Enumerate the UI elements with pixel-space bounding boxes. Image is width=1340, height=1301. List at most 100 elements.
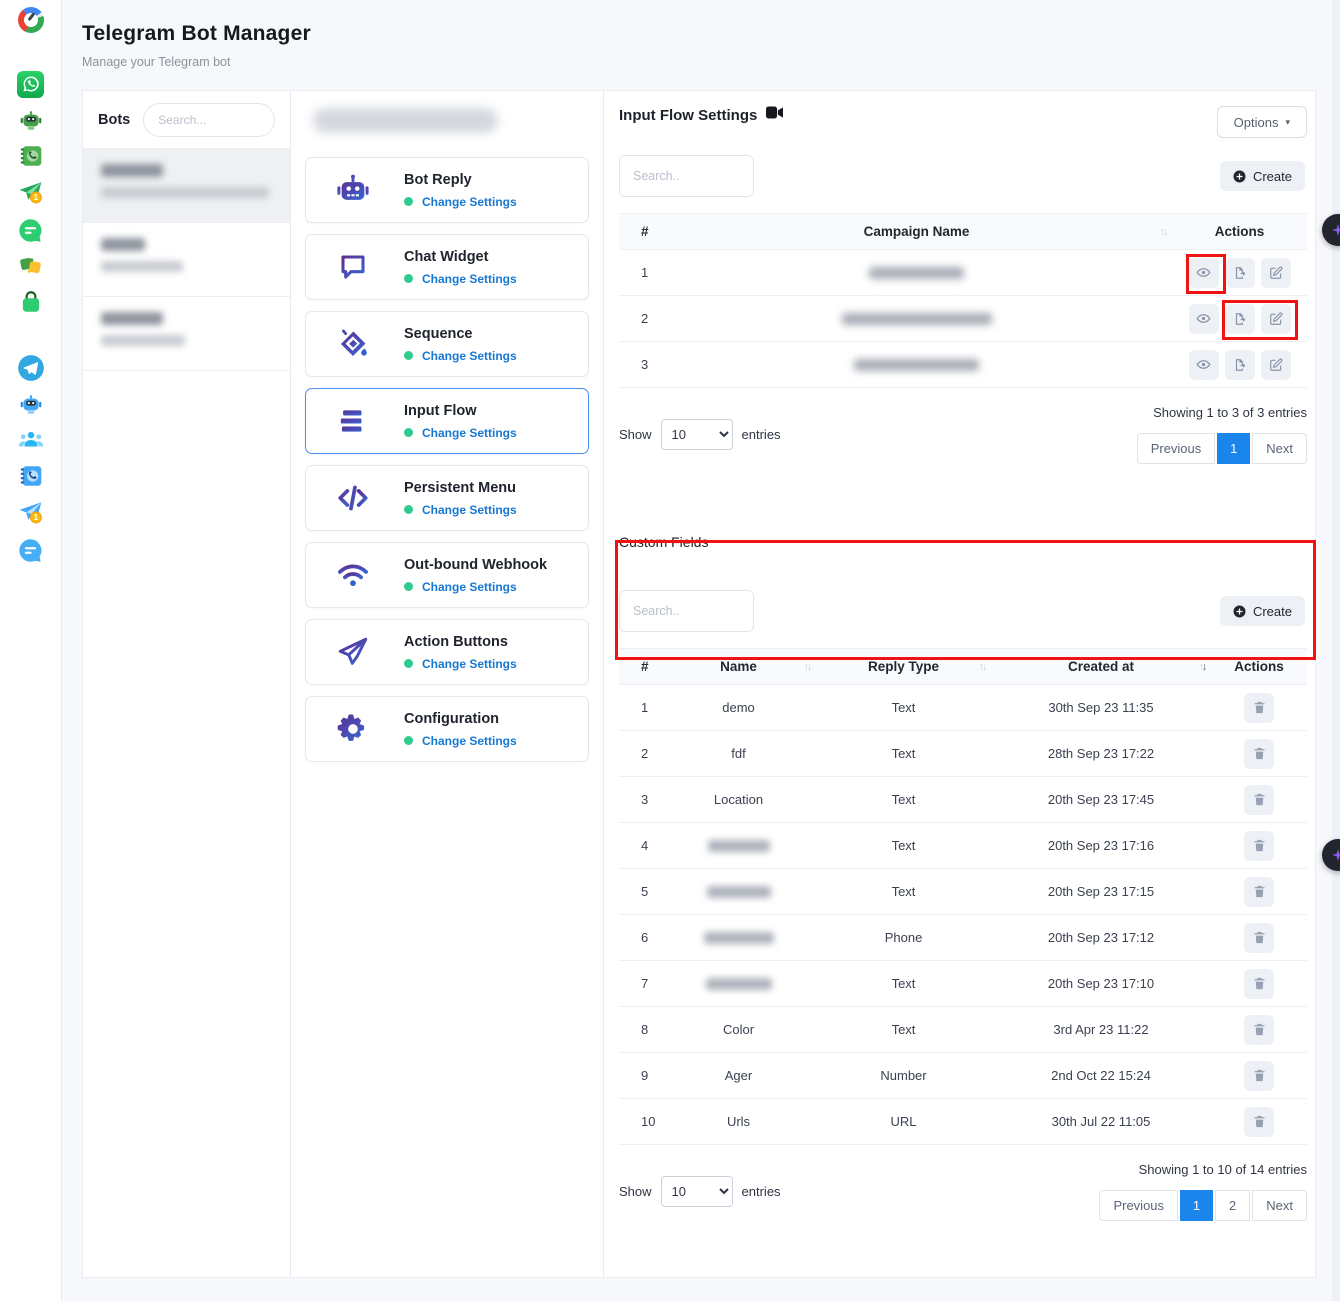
field-name: Color — [661, 1022, 816, 1037]
column-header-name[interactable]: Name ↑↓ — [661, 659, 816, 674]
column-header-created-at[interactable]: Created at ↑↓ — [991, 659, 1211, 674]
column-header-num[interactable]: # — [619, 659, 661, 674]
edit-button[interactable] — [1261, 304, 1291, 334]
change-settings-link[interactable]: Change Settings — [422, 657, 517, 671]
status-dot — [404, 659, 413, 668]
whatsapp-icon[interactable] — [17, 70, 45, 98]
export-button[interactable] — [1225, 350, 1255, 380]
telegram-groups-icon[interactable] — [17, 426, 45, 454]
reply-type: Text — [816, 700, 991, 715]
page-size-select[interactable]: 10 — [661, 419, 733, 450]
view-button[interactable] — [1189, 350, 1219, 380]
telegram-broadcast-icon[interactable]: 1 — [17, 498, 45, 526]
input-flow-search-input[interactable] — [619, 155, 754, 197]
delete-button[interactable] — [1244, 1107, 1274, 1137]
page-2-button[interactable]: 2 — [1215, 1190, 1250, 1221]
custom-fields-search-input[interactable] — [619, 590, 754, 632]
change-settings-link[interactable]: Change Settings — [422, 503, 517, 517]
settings-card-bot-reply[interactable]: Bot Reply Change Settings — [305, 157, 589, 223]
edit-button[interactable] — [1261, 258, 1291, 288]
bot-list-item[interactable] — [83, 149, 290, 223]
change-settings-link[interactable]: Change Settings — [422, 734, 517, 748]
integrations-icon[interactable] — [17, 251, 45, 279]
change-settings-link[interactable]: Change Settings — [422, 580, 517, 594]
input-flow-create-button[interactable]: Create — [1220, 161, 1305, 191]
status-dot — [404, 428, 413, 437]
plus-circle-icon — [1233, 170, 1246, 183]
delete-button[interactable] — [1244, 877, 1274, 907]
delete-button[interactable] — [1244, 1061, 1274, 1091]
sort-icon-descending[interactable]: ↑↓ — [1199, 661, 1206, 673]
delete-button[interactable] — [1244, 739, 1274, 769]
settings-card-chat-widget[interactable]: Chat Widget Change Settings — [305, 234, 589, 300]
scrollbar-track[interactable] — [1332, 0, 1340, 1301]
previous-page-button[interactable]: Previous — [1099, 1190, 1178, 1221]
bot-list-item[interactable] — [83, 223, 290, 297]
sort-icon[interactable]: ↑↓ — [979, 661, 986, 673]
delete-button[interactable] — [1244, 785, 1274, 815]
change-settings-link[interactable]: Change Settings — [422, 195, 517, 209]
store-icon[interactable] — [17, 288, 45, 316]
settings-card-sequence[interactable]: Sequence Change Settings — [305, 311, 589, 377]
page-size-select[interactable]: 10 — [661, 1176, 733, 1207]
row-number: 5 — [619, 884, 661, 899]
bot-name-redacted — [101, 164, 163, 177]
telegram-chat-icon[interactable] — [17, 536, 45, 564]
delete-button[interactable] — [1244, 1015, 1274, 1045]
field-name: Ager — [661, 1068, 816, 1083]
bot-list-item[interactable] — [83, 297, 290, 371]
created-at: 3rd Apr 23 11:22 — [991, 1022, 1211, 1037]
table-row: 1 — [619, 250, 1307, 296]
previous-page-button[interactable]: Previous — [1137, 433, 1216, 464]
delete-button[interactable] — [1244, 693, 1274, 723]
bots-search-input[interactable] — [143, 103, 275, 137]
dashboard-icon[interactable] — [17, 6, 45, 34]
status-dot — [404, 736, 413, 745]
delete-button[interactable] — [1244, 923, 1274, 953]
settings-card-action-buttons[interactable]: Action Buttons Change Settings — [305, 619, 589, 685]
change-settings-link[interactable]: Change Settings — [422, 272, 517, 286]
input-flow-icon — [332, 400, 374, 442]
edit-button[interactable] — [1261, 350, 1291, 380]
export-button[interactable] — [1225, 304, 1255, 334]
sort-icon[interactable]: ↑↓ — [804, 661, 811, 673]
delete-button[interactable] — [1244, 831, 1274, 861]
telegram-contacts-icon[interactable] — [17, 462, 45, 490]
settings-card-configuration[interactable]: Configuration Change Settings — [305, 696, 589, 762]
telegram-bot-icon[interactable] — [17, 390, 45, 418]
change-settings-link[interactable]: Change Settings — [422, 426, 517, 440]
whatsapp-contacts-icon[interactable] — [17, 142, 45, 170]
caret-down-icon: ▾ — [1285, 117, 1290, 128]
card-title: Bot Reply — [404, 172, 517, 188]
video-camera-icon[interactable] — [766, 106, 783, 124]
page-1-button[interactable]: 1 — [1217, 433, 1250, 464]
field-name-redacted — [706, 978, 772, 990]
whatsapp-chat-icon[interactable] — [17, 216, 45, 244]
custom-fields-create-button[interactable]: Create — [1220, 596, 1305, 626]
table-row: 5 Text 20th Sep 23 17:15 — [619, 869, 1307, 915]
campaign-name-redacted — [869, 267, 964, 279]
reply-type: Text — [816, 838, 991, 853]
sort-icon[interactable]: ↑↓ — [1160, 226, 1167, 238]
settings-card-input-flow[interactable]: Input Flow Change Settings — [305, 388, 589, 454]
created-at: 30th Sep 23 11:35 — [991, 700, 1211, 715]
delete-button[interactable] — [1244, 969, 1274, 999]
page-1-button[interactable]: 1 — [1180, 1190, 1213, 1221]
export-button[interactable] — [1225, 258, 1255, 288]
settings-card-outbound-webhook[interactable]: Out-bound Webhook Change Settings — [305, 542, 589, 608]
next-page-button[interactable]: Next — [1252, 1190, 1307, 1221]
options-button[interactable]: Options▾ — [1217, 106, 1307, 138]
telegram-icon[interactable] — [17, 354, 45, 382]
whatsapp-bot-icon[interactable] — [17, 106, 45, 134]
status-dot — [404, 582, 413, 591]
whatsapp-broadcast-icon[interactable]: 1 — [17, 178, 45, 206]
next-page-button[interactable]: Next — [1252, 433, 1307, 464]
view-button[interactable] — [1189, 258, 1219, 288]
column-header-campaign-name[interactable]: Campaign Name ↑↓ — [661, 224, 1172, 239]
change-settings-link[interactable]: Change Settings — [422, 349, 517, 363]
column-header-reply-type[interactable]: Reply Type ↑↓ — [816, 659, 991, 674]
created-at: 30th Jul 22 11:05 — [991, 1114, 1211, 1129]
settings-card-persistent-menu[interactable]: Persistent Menu Change Settings — [305, 465, 589, 531]
column-header-num[interactable]: # — [619, 224, 661, 239]
view-button[interactable] — [1189, 304, 1219, 334]
